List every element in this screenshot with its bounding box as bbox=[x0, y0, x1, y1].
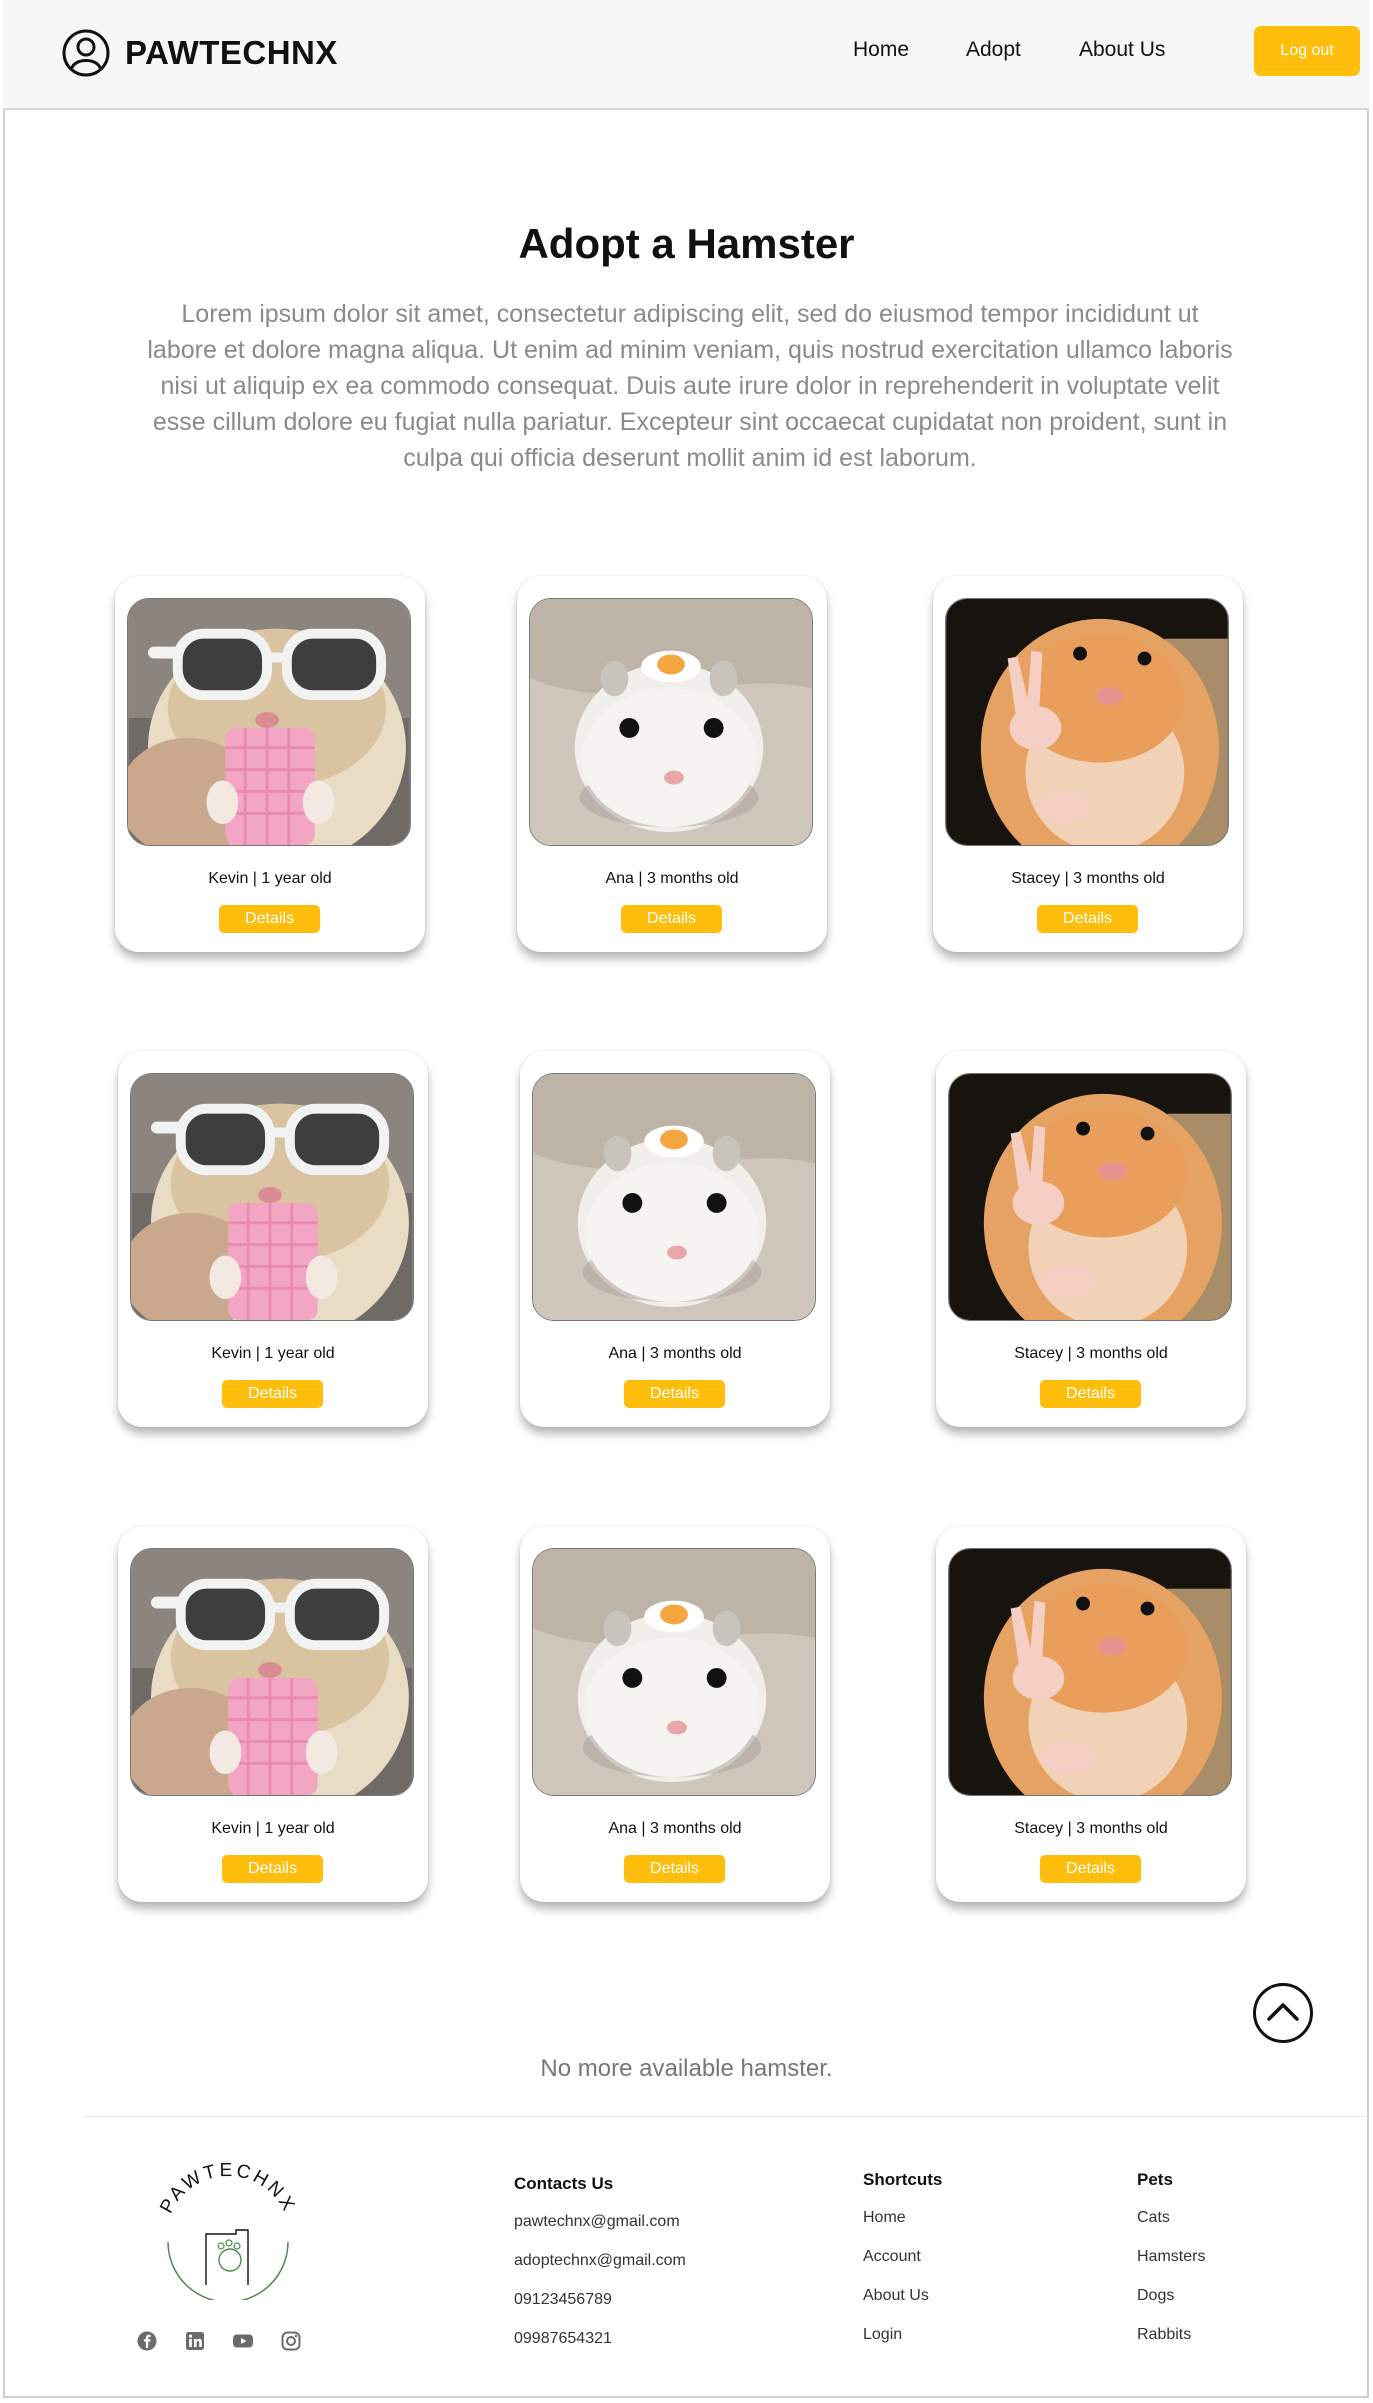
pet-caption: Ana | 3 months old bbox=[608, 1820, 742, 1837]
logo-text: PAWTECHNX bbox=[156, 2160, 297, 2217]
pets-rabbits[interactable]: Rabbits bbox=[1137, 2326, 1191, 2344]
facebook-icon[interactable] bbox=[136, 2330, 158, 2352]
svg-text:PAWTECHNX: PAWTECHNX bbox=[156, 2160, 300, 2217]
pet-card: Ana | 3 months old Details bbox=[520, 1526, 830, 1902]
pet-caption: Ana | 3 months old bbox=[608, 1345, 742, 1362]
shortcut-home[interactable]: Home bbox=[863, 2209, 906, 2227]
pets-hamsters[interactable]: Hamsters bbox=[1137, 2248, 1205, 2266]
hamster-egg-image bbox=[533, 1549, 815, 1795]
pet-caption: Stacey | 3 months old bbox=[1014, 1345, 1168, 1362]
page-title: Adopt a Hamster bbox=[518, 220, 855, 267]
pet-card: Kevin | 1 year old Details bbox=[115, 576, 425, 952]
logout-button[interactable]: Log out bbox=[1254, 26, 1360, 76]
pet-card: Stacey | 3 months old Details bbox=[933, 576, 1243, 952]
contact-phone-1[interactable]: 09123456789 bbox=[514, 2291, 612, 2309]
linkedin-icon[interactable] bbox=[184, 2330, 206, 2352]
contact-email-1[interactable]: pawtechnx@gmail.com bbox=[514, 2213, 680, 2231]
nav-adopt[interactable]: Adopt bbox=[966, 38, 1021, 62]
brand[interactable]: PAWTECHNX bbox=[61, 28, 338, 78]
pets-dogs[interactable]: Dogs bbox=[1137, 2287, 1174, 2305]
footer-divider bbox=[84, 2116, 1366, 2117]
no-more-message: No more available hamster. bbox=[540, 2055, 833, 2082]
brand-name: PAWTECHNX bbox=[125, 34, 338, 71]
pet-photo bbox=[127, 598, 411, 846]
pet-photo bbox=[945, 598, 1229, 846]
pets-cats[interactable]: Cats bbox=[1137, 2209, 1170, 2227]
scroll-to-top-button[interactable] bbox=[1253, 1983, 1313, 2043]
hamster-sunglasses-image bbox=[131, 1074, 413, 1320]
pet-card: Ana | 3 months old Details bbox=[517, 576, 827, 952]
pet-photo bbox=[529, 598, 813, 846]
contact-email-2[interactable]: adoptechnx@gmail.com bbox=[514, 2252, 686, 2270]
hamster-sunglasses-image bbox=[131, 1549, 413, 1795]
pet-caption: Stacey | 3 months old bbox=[1014, 1820, 1168, 1837]
details-button[interactable]: Details bbox=[1040, 1855, 1141, 1883]
chevron-up-icon bbox=[1267, 2003, 1299, 2021]
footer-contacts: Contacts Us pawtechnx@gmail.com adoptech… bbox=[514, 2174, 686, 2347]
pet-card: Ana | 3 months old Details bbox=[520, 1051, 830, 1427]
details-button[interactable]: Details bbox=[621, 905, 722, 933]
details-button[interactable]: Details bbox=[1040, 1380, 1141, 1408]
pet-photo bbox=[532, 1548, 816, 1796]
instagram-icon[interactable] bbox=[280, 2330, 302, 2352]
pet-caption: Kevin | 1 year old bbox=[211, 1820, 335, 1837]
pet-photo bbox=[948, 1073, 1232, 1321]
details-button[interactable]: Details bbox=[219, 905, 320, 933]
shortcut-about-us[interactable]: About Us bbox=[863, 2287, 929, 2305]
details-button[interactable]: Details bbox=[624, 1380, 725, 1408]
pet-photo bbox=[130, 1548, 414, 1796]
pet-card: Stacey | 3 months old Details bbox=[936, 1051, 1246, 1427]
pet-photo bbox=[130, 1073, 414, 1321]
hamster-egg-image bbox=[530, 599, 812, 845]
contacts-heading: Contacts Us bbox=[514, 2174, 614, 2193]
shortcut-account[interactable]: Account bbox=[863, 2248, 921, 2266]
pet-card: Kevin | 1 year old Details bbox=[118, 1526, 428, 1902]
pawtechnx-logo[interactable]: PAWTECHNX bbox=[148, 2160, 308, 2300]
details-button[interactable]: Details bbox=[222, 1380, 323, 1408]
pet-caption: Stacey | 3 months old bbox=[1011, 870, 1165, 887]
nav-home[interactable]: Home bbox=[853, 38, 909, 62]
details-button[interactable]: Details bbox=[624, 1855, 725, 1883]
footer-shortcuts: Shortcuts Home Account About Us Login bbox=[863, 2170, 943, 2343]
hamster-peace-image bbox=[949, 1074, 1231, 1320]
hamster-peace-image bbox=[949, 1549, 1231, 1795]
pet-caption: Ana | 3 months old bbox=[605, 870, 739, 887]
youtube-icon[interactable] bbox=[232, 2330, 254, 2352]
shortcut-login[interactable]: Login bbox=[863, 2326, 902, 2344]
page-description: Lorem ipsum dolor sit amet, consectetur … bbox=[147, 300, 1233, 472]
pet-caption: Kevin | 1 year old bbox=[211, 1345, 335, 1362]
pet-photo bbox=[532, 1073, 816, 1321]
hamster-egg-image bbox=[533, 1074, 815, 1320]
site-header: PAWTECHNX Home Adopt About Us Log out bbox=[3, 0, 1369, 110]
pet-photo bbox=[948, 1548, 1232, 1796]
nav-about-us[interactable]: About Us bbox=[1079, 38, 1165, 62]
footer-pets: Pets Cats Hamsters Dogs Rabbits bbox=[1137, 2170, 1205, 2343]
pets-heading: Pets bbox=[1137, 2170, 1173, 2189]
contact-phone-2[interactable]: 09987654321 bbox=[514, 2330, 612, 2348]
user-circle-icon bbox=[62, 29, 110, 77]
pet-card: Kevin | 1 year old Details bbox=[118, 1051, 428, 1427]
hamster-peace-image bbox=[946, 599, 1228, 845]
hamster-sunglasses-image bbox=[128, 599, 410, 845]
shortcuts-heading: Shortcuts bbox=[863, 2170, 943, 2189]
details-button[interactable]: Details bbox=[1037, 905, 1138, 933]
details-button[interactable]: Details bbox=[222, 1855, 323, 1883]
pet-caption: Kevin | 1 year old bbox=[208, 870, 332, 887]
pet-card: Stacey | 3 months old Details bbox=[936, 1526, 1246, 1902]
